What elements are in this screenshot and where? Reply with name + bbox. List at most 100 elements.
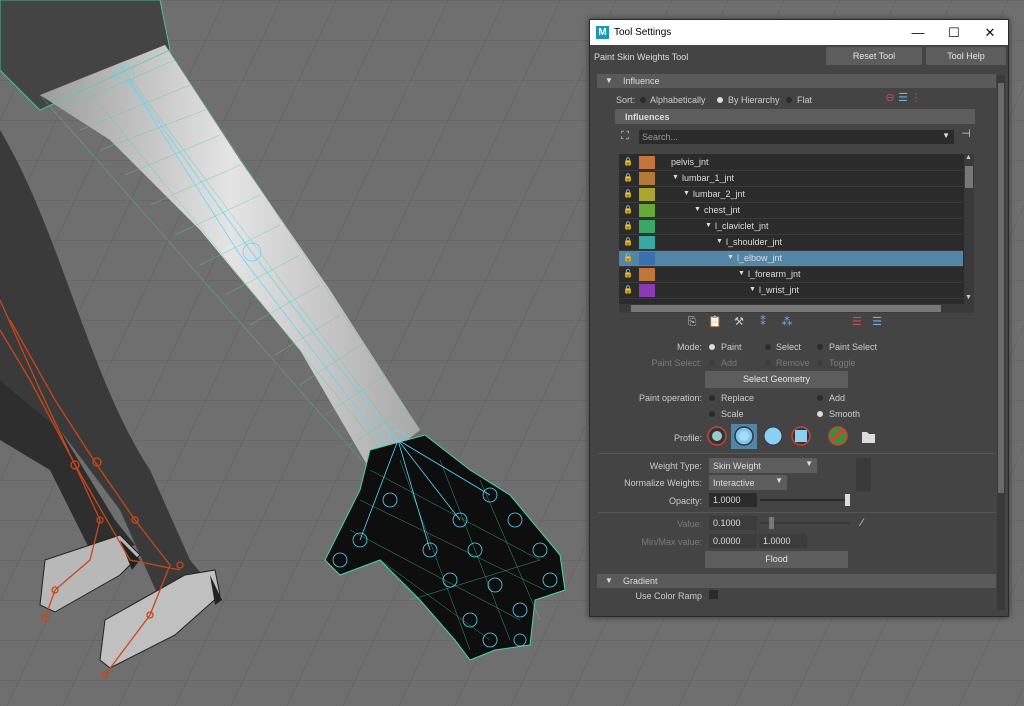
influence-list-hscroll[interactable]	[619, 304, 974, 313]
opacity-label: Opacity:	[668, 496, 702, 506]
gaussian-brush-icon[interactable]	[707, 426, 727, 446]
unlock-icon[interactable]: 🔓	[623, 254, 633, 262]
mode-select-radio[interactable]	[765, 344, 771, 350]
collapse-all-icon[interactable]: ☰	[870, 316, 884, 328]
list-icon[interactable]: ☰	[897, 92, 909, 104]
expand-arrow-icon[interactable]: ▼	[694, 206, 701, 213]
lock-icon[interactable]: 🔒	[623, 286, 633, 294]
profile-brushes[interactable]	[707, 424, 877, 450]
op-replace-label: Replace	[721, 393, 755, 403]
opacity-field[interactable]: 1.0000	[709, 493, 757, 507]
influence-color-swatch[interactable]	[639, 236, 655, 249]
use-color-ramp-checkbox[interactable]	[709, 590, 718, 599]
normalize-weights-dropdown[interactable]: Interactive ▼	[709, 475, 787, 490]
lock-icon[interactable]: 🔒	[623, 190, 633, 198]
tool-help-button[interactable]: Tool Help	[926, 47, 1006, 65]
influence-color-swatch[interactable]	[639, 204, 655, 217]
unlock-icon[interactable]: 🔓	[623, 270, 633, 278]
minimize-button[interactable]: —	[900, 20, 936, 45]
expand-arrow-icon[interactable]: ▼	[705, 222, 712, 229]
maximize-button[interactable]: ☐	[936, 20, 972, 45]
influence-row[interactable]: 🔒 pelvis_jnt	[619, 155, 963, 171]
expand-arrow-icon[interactable]: ▼	[727, 254, 734, 261]
image-brush-icon[interactable]	[828, 426, 848, 446]
influence-section-header[interactable]: ▼ Influence	[597, 74, 996, 88]
value-field[interactable]: 0.1000	[709, 516, 757, 530]
influence-row[interactable]: 🔒 ▼ lumbar_1_jnt	[619, 171, 963, 187]
weight-type-dropdown[interactable]: Skin Weight ▼	[709, 458, 817, 473]
square-brush-icon[interactable]	[791, 426, 811, 446]
gradient-section-header[interactable]: ▼ Gradient	[597, 574, 996, 588]
influence-row[interactable]: 🔒 ▼ lumbar_2_jnt	[619, 187, 963, 203]
opacity-slider-track[interactable]	[760, 499, 850, 501]
influence-color-swatch[interactable]	[639, 172, 655, 185]
paint-select-toggle-radio[interactable]	[817, 360, 823, 366]
sort-by-hierarchy-radio[interactable]	[717, 97, 723, 103]
weight-hammer-icon[interactable]: ⚒	[732, 316, 746, 328]
influence-color-swatch[interactable]	[639, 188, 655, 201]
influence-name: l_wrist_jnt	[759, 285, 800, 295]
expand-arrow-icon[interactable]: ▼	[672, 174, 679, 181]
influence-list-vscroll[interactable]: ▲ ▼	[964, 154, 974, 304]
lock-icon[interactable]: 🔒	[623, 222, 633, 230]
paint-select-add-radio[interactable]	[709, 360, 715, 366]
expand-arrow-icon[interactable]: ▼	[749, 286, 756, 293]
op-replace-radio[interactable]	[709, 395, 715, 401]
influences-header: Influences	[615, 109, 975, 124]
influence-color-swatch[interactable]	[639, 252, 655, 265]
lock-icon[interactable]: 🔒	[623, 174, 633, 182]
eyedropper-icon[interactable]: ⁄	[856, 517, 868, 529]
influence-color-swatch[interactable]	[639, 156, 655, 169]
influence-list[interactable]: 🔒 pelvis_jnt 🔒 ▼ lumbar_1_jnt 🔒 ▼ lumbar_2_jnt 🔒…	[619, 154, 974, 304]
close-button[interactable]: ✕	[972, 20, 1008, 45]
soft-brush-icon[interactable]	[734, 426, 754, 446]
show-influences-icon[interactable]: ⁂	[780, 316, 794, 328]
op-add-radio[interactable]	[817, 395, 823, 401]
expand-all-icon[interactable]: ☰	[850, 316, 864, 328]
influence-row[interactable]: 🔓 ▼ l_elbow_jnt	[619, 251, 963, 267]
influence-color-swatch[interactable]	[639, 220, 655, 233]
influence-row[interactable]: 🔒 ▼ l_wrist_jnt	[619, 283, 963, 299]
influence-row[interactable]: 🔓 ▼ l_forearm_jnt	[619, 267, 963, 283]
hierarchy-icon[interactable]: ⋮	[910, 92, 922, 104]
lock-icon[interactable]: 🔒	[623, 158, 633, 166]
sort-alphabetically-radio[interactable]	[640, 97, 646, 103]
max-value-field[interactable]: 1.0000	[759, 534, 807, 548]
value-slider-handle[interactable]	[769, 517, 774, 529]
expand-arrow-icon[interactable]: ▼	[738, 270, 745, 277]
influence-color-swatch[interactable]	[639, 268, 655, 281]
move-weights-icon[interactable]: ⁑	[756, 316, 770, 328]
collapse-arrow-icon: ▼	[605, 576, 613, 585]
solid-brush-icon[interactable]	[763, 426, 783, 446]
paint-select-remove-radio[interactable]	[765, 360, 771, 366]
expand-arrow-icon[interactable]: ▼	[683, 190, 690, 197]
lock-icon[interactable]: 🔒	[623, 206, 633, 214]
mode-paint-select-radio[interactable]	[817, 344, 823, 350]
pin-icon[interactable]: ⊣	[960, 128, 972, 140]
opacity-slider-handle[interactable]	[845, 494, 850, 506]
influence-row[interactable]: 🔒 ▼ l_claviclet_jnt	[619, 219, 963, 235]
op-smooth-radio[interactable]	[817, 411, 823, 417]
window-scrollbar[interactable]	[997, 75, 1005, 610]
select-geometry-button[interactable]: Select Geometry	[705, 371, 848, 388]
influence-row[interactable]: 🔒 ▼ l_shoulder_jnt	[619, 235, 963, 251]
copy-weights-icon[interactable]: ⎘	[685, 316, 699, 328]
mode-paint-radio[interactable]	[709, 344, 715, 350]
expand-arrow-icon[interactable]: ▼	[716, 238, 723, 245]
window-titlebar[interactable]: M Tool Settings — ☐ ✕	[590, 20, 1008, 45]
select-influence-icon[interactable]: ⛶	[619, 130, 631, 142]
tool-settings-window[interactable]: M Tool Settings — ☐ ✕ Paint Skin Weights…	[589, 19, 1009, 617]
influence-name: l_elbow_jnt	[737, 253, 783, 263]
reset-tool-button[interactable]: Reset Tool	[826, 47, 922, 65]
op-scale-radio[interactable]	[709, 411, 715, 417]
paste-weights-icon[interactable]: 📋	[708, 316, 722, 328]
flood-button[interactable]: Flood	[705, 551, 848, 568]
lock-icon[interactable]: 🔒	[623, 238, 633, 246]
influence-row[interactable]: 🔒 ▼ chest_jnt	[619, 203, 963, 219]
folder-icon[interactable]	[862, 432, 875, 443]
sort-toggle-icon[interactable]: ⊖	[884, 92, 896, 104]
influence-search-input[interactable]: Search... ▼	[639, 130, 954, 144]
min-value-field[interactable]: 0.0000	[709, 534, 757, 548]
sort-flat-radio[interactable]	[786, 97, 792, 103]
influence-color-swatch[interactable]	[639, 284, 655, 297]
